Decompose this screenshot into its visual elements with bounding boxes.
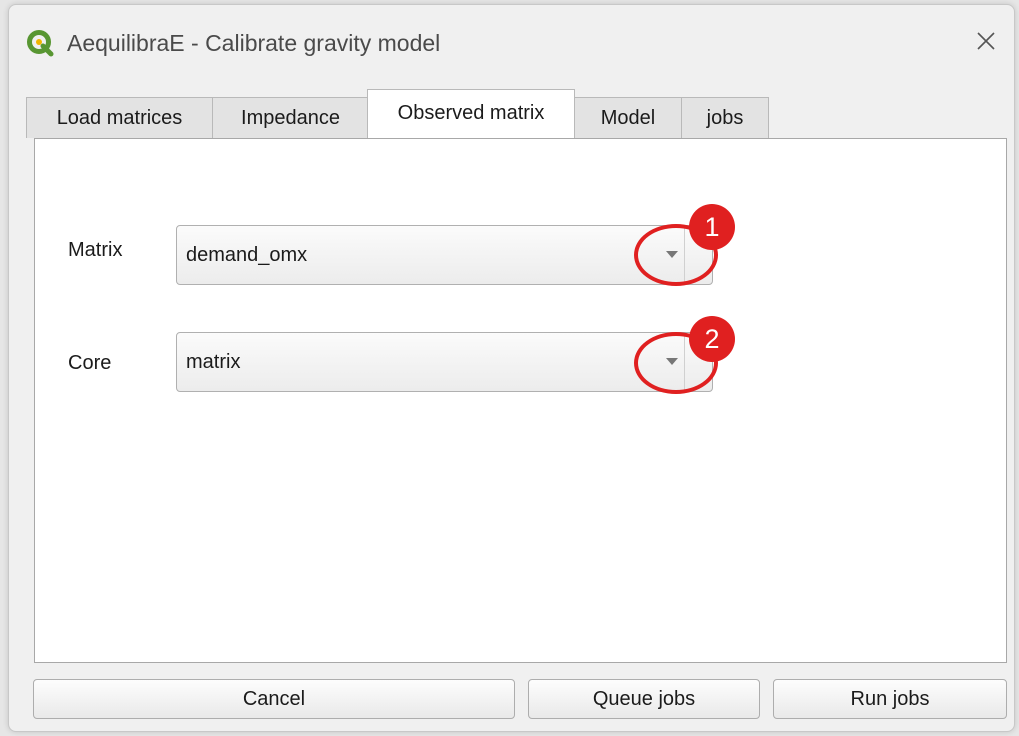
tab-jobs[interactable]: jobs xyxy=(681,97,769,138)
qgis-logo-icon xyxy=(27,30,54,57)
tab-impedance[interactable]: Impedance xyxy=(212,97,369,138)
tab-load-matrices[interactable]: Load matrices xyxy=(26,97,213,138)
tab-observed-matrix[interactable]: Observed matrix xyxy=(367,89,575,138)
core-select-value: matrix xyxy=(186,351,241,373)
tab-label: Model xyxy=(600,107,656,129)
matrix-select-value: demand_omx xyxy=(186,244,308,266)
tab-label: jobs xyxy=(706,107,744,129)
window-title: AequilibraE - Calibrate gravity model xyxy=(67,30,441,56)
queue-jobs-button[interactable]: Queue jobs xyxy=(528,679,760,719)
annotation-badge-2: 2 xyxy=(689,316,735,362)
tab-label: Load matrices xyxy=(56,107,183,129)
run-jobs-button[interactable]: Run jobs xyxy=(773,679,1007,719)
tab-label: Observed matrix xyxy=(397,102,545,124)
tab-label: Impedance xyxy=(241,107,340,129)
core-select[interactable]: matrix xyxy=(176,332,713,392)
close-icon[interactable] xyxy=(966,21,1006,61)
core-label: Core xyxy=(68,352,112,374)
observed-matrix-panel xyxy=(34,138,1007,663)
title-bar: AequilibraE - Calibrate gravity model xyxy=(9,5,1014,79)
annotation-badge-1: 1 xyxy=(689,204,735,250)
calibrate-gravity-model-dialog: AequilibraE - Calibrate gravity model Lo… xyxy=(8,4,1015,732)
matrix-label: Matrix xyxy=(68,239,123,261)
cancel-button[interactable]: Cancel xyxy=(33,679,515,719)
matrix-select[interactable]: demand_omx xyxy=(176,225,713,285)
tab-model[interactable]: Model xyxy=(574,97,682,138)
